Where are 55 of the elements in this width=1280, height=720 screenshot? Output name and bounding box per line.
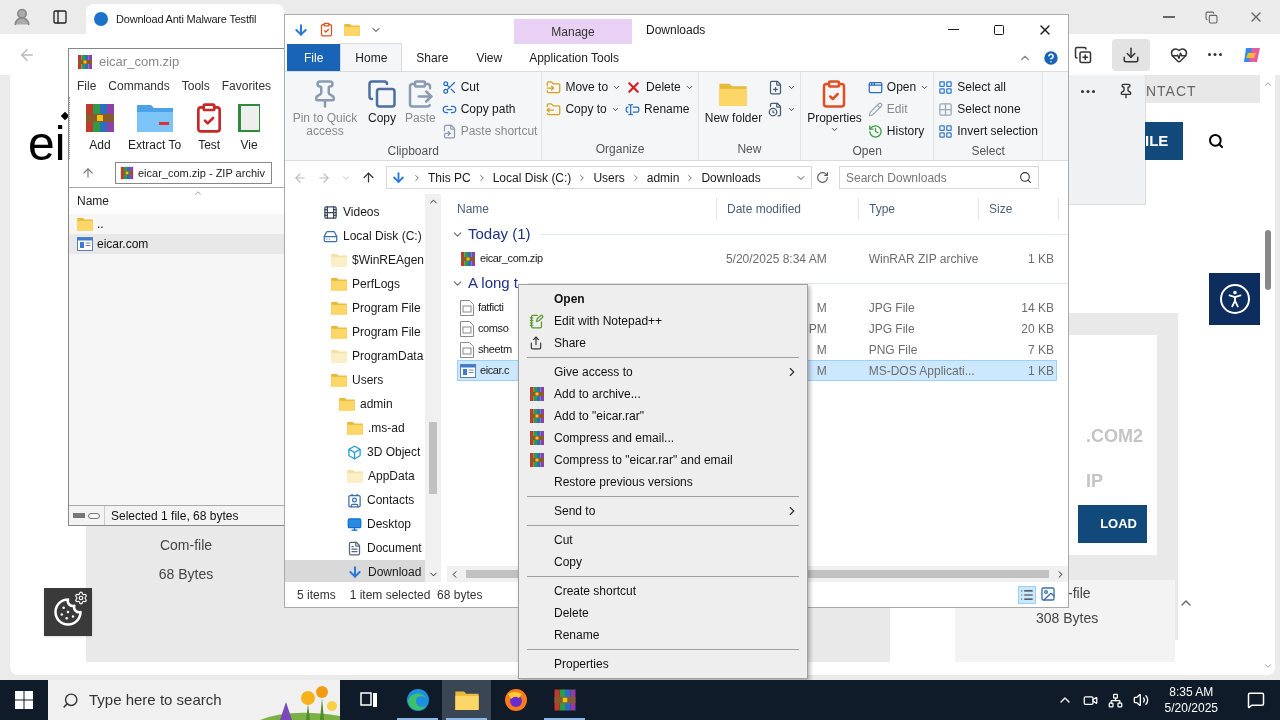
- file-type: -file: [1068, 584, 1091, 603]
- tree-label: PerfLogs: [352, 276, 401, 293]
- tree-label: ProgramData: [352, 348, 424, 365]
- file-name: eicar_com.zip: [480, 251, 543, 267]
- site-logo: ei: [28, 120, 66, 168]
- date-cell-text: M: [816, 341, 827, 359]
- size-cell-text: 20 KB: [1020, 320, 1055, 338]
- status-text: 5 items: [297, 586, 336, 604]
- tree-label: Program File: [352, 300, 421, 317]
- size-cell-text: 7 KB: [1027, 341, 1055, 359]
- size-cell-text: 1 KB: [1027, 250, 1055, 268]
- type-cell-text: WinRAR ZIP archive: [867, 250, 980, 268]
- ribbon-group-label: Open: [851, 143, 883, 160]
- tree-label: Videos: [343, 204, 380, 221]
- tree-label: $WinREAgen: [352, 252, 425, 269]
- tree-label: admin: [360, 396, 393, 413]
- file-name: comso: [478, 321, 509, 337]
- window-title: eicar_com.zip: [99, 52, 180, 71]
- ribbon-group-label: Clipboard: [386, 143, 440, 160]
- tree-label: Users: [352, 372, 384, 389]
- type-cell-text: PNG File: [867, 341, 919, 359]
- size-cell-text: 14 KB: [1020, 299, 1055, 317]
- tree-label: Local Disk (C:): [343, 228, 422, 245]
- ribbon-group-label: Select: [970, 143, 1006, 160]
- file-name: eicar.c: [480, 363, 509, 379]
- tree-label: Download: [368, 564, 422, 581]
- tree-label: 3D Object: [367, 444, 421, 461]
- ribbon-group-label: New: [736, 141, 763, 158]
- date-cell-text: M: [816, 362, 827, 380]
- tree-label: Contacts: [367, 492, 415, 509]
- date-cell-text: PM: [808, 320, 827, 338]
- file-size: 308 Bytes: [1036, 609, 1099, 628]
- file-name: fatficti: [478, 300, 504, 316]
- tab-title: Download Anti Malware Testfil: [116, 11, 257, 27]
- tree-label: .ms-ad: [368, 420, 405, 437]
- file-name: sheetm: [478, 342, 512, 358]
- tree-label: Document: [367, 540, 422, 557]
- type-cell-text: JPG File: [867, 299, 916, 317]
- ribbon-group-label: Organize: [594, 141, 646, 158]
- size-cell-text: 1 KB: [1027, 362, 1055, 380]
- type-cell-text: JPG File: [867, 320, 916, 338]
- tree-label: Desktop: [367, 516, 412, 533]
- status-text: 1 item selected 68 bytes: [349, 586, 483, 604]
- file-type: Com-file: [159, 536, 213, 555]
- type-cell-text: MS-DOS Applicati...: [867, 362, 976, 380]
- context-tab-header: Manage: [514, 19, 632, 44]
- card-subtitle: IP: [1086, 470, 1103, 493]
- card-title: .COM2: [1086, 425, 1143, 448]
- date-cell-text: M: [816, 299, 827, 317]
- status-text: Selected 1 file, 68 bytes: [110, 507, 239, 525]
- tree-label: AppData: [368, 468, 415, 485]
- tree-label: Program File: [352, 324, 421, 341]
- window-title: Downloads: [645, 21, 706, 39]
- date-cell-text: 5/20/2025 8:34 AM: [725, 250, 827, 268]
- file-size: 68 Bytes: [158, 565, 214, 584]
